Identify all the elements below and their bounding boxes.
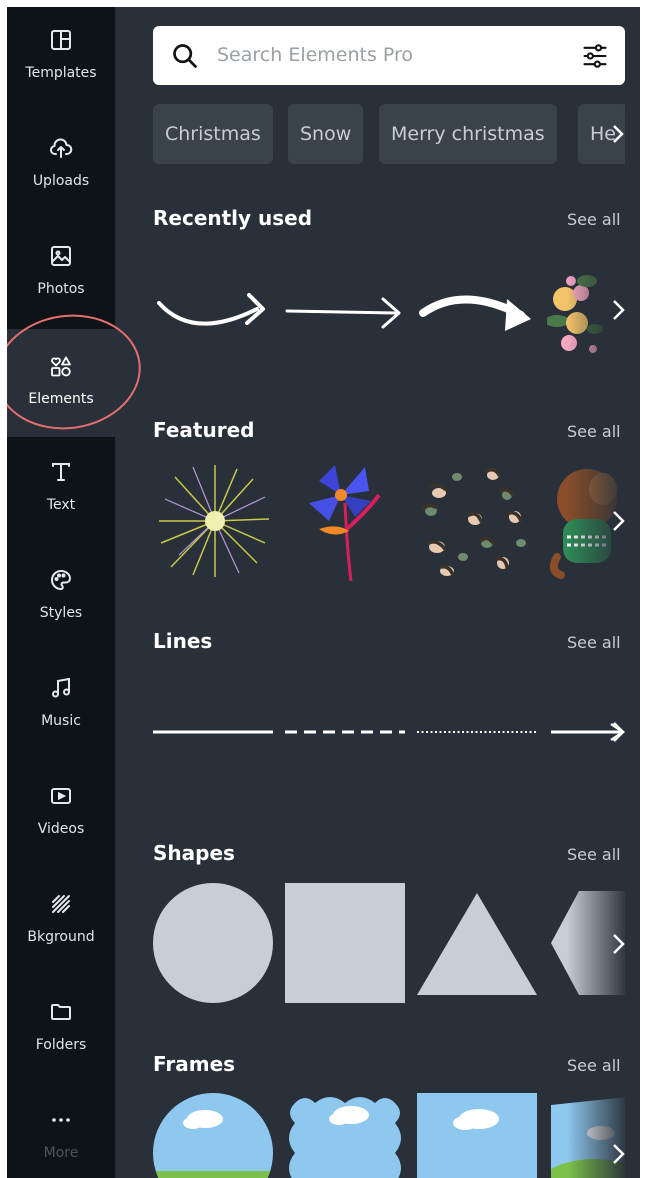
sidebar-item-label: More (43, 1145, 79, 1161)
sidebar-item-label: Folders (35, 1037, 87, 1053)
templates-icon (41, 25, 81, 55)
see-all-shapes[interactable]: See all (567, 845, 621, 864)
chevron-right-icon[interactable] (609, 931, 627, 957)
circle-shape-element[interactable] (153, 883, 273, 1003)
section-title-frames: Frames (153, 1052, 236, 1076)
sidebar-item-label: Photos (37, 281, 85, 297)
square-shape-element[interactable] (285, 883, 405, 1003)
chevron-right-icon[interactable] (609, 719, 627, 745)
blue-flower-element[interactable] (285, 459, 405, 584)
section-title-lines: Lines (153, 629, 213, 653)
see-all-featured[interactable]: See all (567, 422, 621, 441)
sidebar-item-label: Templates (25, 65, 97, 81)
chevron-right-icon[interactable] (609, 1141, 627, 1167)
chip-merry-christmas[interactable]: Merry christmas (379, 104, 557, 164)
sidebar-item-videos[interactable]: Videos (7, 763, 115, 867)
see-all-recently-used[interactable]: See all (567, 210, 621, 229)
curved-arrow-element[interactable] (153, 257, 273, 367)
sidebar-item-text[interactable]: Text (7, 439, 115, 543)
upload-cloud-icon (41, 133, 81, 163)
music-note-icon (41, 673, 81, 703)
sidebar-item-bkground[interactable]: Bkground (7, 871, 115, 975)
straight-arrow-element[interactable] (285, 257, 405, 367)
suggestion-chips: Christmas Snow Merry christmas He (153, 104, 625, 164)
photo-icon (41, 241, 81, 271)
filter-sliders-icon[interactable] (581, 42, 609, 70)
recently-used-row (153, 257, 625, 367)
square-frame-element[interactable] (417, 1093, 537, 1178)
frames-row (153, 1093, 625, 1178)
palette-icon (41, 565, 81, 595)
sidebar-item-music[interactable]: Music (7, 655, 115, 759)
circle-frame-element[interactable] (153, 1093, 273, 1178)
leopard-print-element[interactable] (417, 459, 537, 584)
dashed-line-element[interactable] (285, 712, 405, 752)
featured-row (153, 459, 625, 584)
section-title-recently-used: Recently used (153, 206, 313, 230)
sidebar-item-label: Videos (37, 821, 85, 837)
dotted-line-element[interactable] (417, 712, 537, 752)
sidebar-item-more[interactable]: More (7, 1087, 115, 1178)
scalloped-frame-element[interactable] (285, 1093, 405, 1178)
firework-burst-element[interactable] (153, 459, 273, 584)
app-window: Templates Uploads Photos Elements Text S… (7, 7, 640, 1178)
folder-icon (41, 997, 81, 1027)
swoosh-arrow-element[interactable] (417, 257, 537, 367)
chevron-right-icon[interactable] (609, 297, 627, 323)
sidebar-item-templates[interactable]: Templates (7, 7, 115, 111)
chip-christmas[interactable]: Christmas (153, 104, 273, 164)
chip-snow[interactable]: Snow (288, 104, 364, 164)
more-dots-icon (41, 1105, 81, 1135)
sidebar-item-styles[interactable]: Styles (7, 547, 115, 651)
sidebar-item-folders[interactable]: Folders (7, 979, 115, 1083)
sidebar-item-label: Bkground (27, 929, 95, 945)
lines-row (153, 712, 625, 752)
shapes-row (153, 883, 625, 1003)
triangle-shape-element[interactable] (417, 883, 537, 1003)
sidebar-item-label: Text (46, 497, 76, 513)
sidebar-item-photos[interactable]: Photos (7, 223, 115, 327)
chevron-right-icon[interactable] (609, 508, 627, 534)
sidebar-item-uploads[interactable]: Uploads (7, 115, 115, 219)
search-input[interactable] (217, 40, 557, 70)
text-icon (41, 457, 81, 487)
video-play-icon (41, 781, 81, 811)
see-all-lines[interactable]: See all (567, 633, 621, 652)
sidebar: Templates Uploads Photos Elements Text S… (7, 7, 115, 1178)
solid-line-element[interactable] (153, 712, 273, 752)
background-pattern-icon (41, 889, 81, 919)
search-icon (173, 44, 197, 68)
sidebar-item-label: Uploads (32, 173, 90, 189)
see-all-frames[interactable]: See all (567, 1056, 621, 1075)
sidebar-item-label: Styles (39, 605, 83, 621)
search-bar (153, 26, 625, 85)
sidebar-item-label: Music (41, 713, 81, 729)
section-title-shapes: Shapes (153, 841, 235, 865)
chevron-right-icon[interactable] (609, 122, 625, 146)
section-title-featured: Featured (153, 418, 255, 442)
highlight-circle (7, 305, 149, 439)
